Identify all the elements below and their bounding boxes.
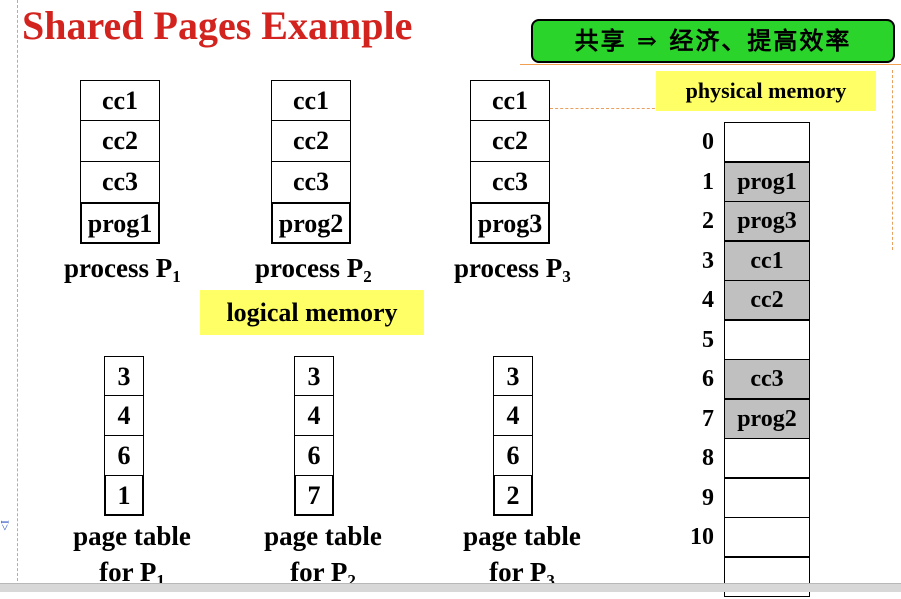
physical-frame [724, 438, 810, 478]
logical-page: cc3 [470, 162, 550, 203]
logical-page: cc2 [271, 121, 351, 162]
process-subscript: 2 [363, 267, 372, 286]
frame-number: 8 [702, 445, 714, 471]
process-p1-pages: cc1 cc2 cc3 prog1 [80, 80, 160, 244]
frame-number: 3 [702, 247, 714, 274]
frame-number: 10 [690, 524, 714, 550]
physical-memory-label: physical memory [656, 71, 876, 111]
process-p2-caption: process P2 [255, 253, 372, 287]
page-table-entry: 6 [493, 436, 533, 476]
page-table-entry: 4 [493, 396, 533, 436]
process-name: process P [64, 253, 173, 283]
physical-frame [724, 477, 810, 518]
page-table-entry: 3 [294, 356, 334, 396]
logical-page: cc1 [80, 80, 160, 121]
logical-page: cc1 [271, 80, 351, 121]
physical-frame: prog1 [724, 161, 810, 202]
caption-line: for P1 [99, 557, 165, 590]
right-margin-line [892, 70, 893, 250]
logical-page: prog3 [470, 203, 550, 244]
caption-line: page table [73, 521, 191, 551]
physical-frame: cc3 [724, 359, 810, 399]
physical-frame: cc2 [724, 280, 810, 320]
logical-page: prog2 [271, 203, 351, 244]
process-p1-caption: process P1 [64, 253, 181, 287]
process-subscript: 1 [172, 267, 181, 286]
frame-number: 7 [702, 405, 714, 432]
logical-page: cc3 [271, 162, 351, 203]
caption-line: page table [463, 521, 581, 551]
page-table-entry: 3 [104, 356, 144, 396]
logical-page: cc2 [80, 121, 160, 162]
logical-page: cc2 [470, 121, 550, 162]
process-p3-caption: process P3 [454, 253, 571, 287]
frame-number: 5 [702, 326, 714, 353]
process-p2-pages: cc1 cc2 cc3 prog2 [271, 80, 351, 244]
process-name: process P [255, 253, 364, 283]
logical-page: cc1 [470, 80, 550, 121]
logical-page: prog1 [80, 203, 160, 244]
frame-number: 0 [702, 129, 714, 155]
dashed-guide [550, 108, 660, 109]
page-table-entry: 1 [104, 476, 144, 516]
physical-memory-column: prog1 prog3 cc1 cc2 cc3 prog2 [724, 122, 810, 597]
page-table-entry: 6 [294, 436, 334, 476]
physical-frame: prog2 [724, 398, 810, 439]
process-p3-pages: cc1 cc2 cc3 prog3 [470, 80, 550, 244]
page-table-entry: 4 [294, 396, 334, 436]
logical-page: cc3 [80, 162, 160, 203]
process-subscript: 3 [562, 267, 571, 286]
page-table-entry: 4 [104, 396, 144, 436]
caption-line: page table [264, 521, 382, 551]
physical-frame [724, 517, 810, 557]
physical-frame [724, 122, 810, 162]
process-name: process P [454, 253, 563, 283]
physical-frame: cc1 [724, 240, 810, 281]
page-table-entry: 6 [104, 436, 144, 476]
physical-frame: prog3 [724, 201, 810, 241]
page-table-p1: 3 4 6 1 [104, 356, 144, 516]
left-margin-line [17, 0, 18, 591]
side-page-marker: I> [0, 520, 12, 531]
page-table-p3: 3 4 6 2 [493, 356, 533, 516]
page-table-p2: 3 4 6 7 [294, 356, 334, 516]
physical-frame [724, 319, 810, 360]
frame-number: 9 [702, 484, 714, 511]
logical-memory-label: logical memory [200, 290, 424, 335]
frame-number: 1 [702, 168, 714, 195]
frame-number: 4 [702, 287, 714, 313]
frame-number: 6 [702, 366, 714, 392]
caption-line: for P2 [290, 557, 356, 590]
slide-title: Shared Pages Example [22, 3, 413, 48]
caption-line: for P3 [489, 557, 555, 590]
page-table-entry: 2 [493, 476, 533, 516]
sharing-benefit-badge: 共享 ⇒ 经济、提高效率 [531, 19, 895, 63]
page-table-entry: 3 [493, 356, 533, 396]
title-rule [520, 64, 901, 65]
page-table-entry: 7 [294, 476, 334, 516]
frame-number: 2 [702, 208, 714, 234]
